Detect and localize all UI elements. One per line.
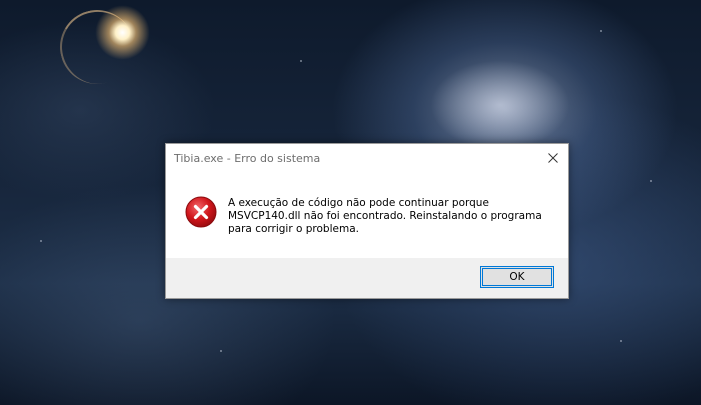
close-button[interactable] — [538, 144, 568, 172]
star — [220, 350, 222, 352]
star — [40, 240, 42, 242]
desktop-wallpaper: Tibia.exe - Erro do sistema A execução d… — [0, 0, 701, 405]
dialog-title: Tibia.exe - Erro do sistema — [174, 152, 321, 165]
error-message: A execução de código não pode continuar … — [228, 197, 548, 236]
message-line: MSVCP140.dll não foi encontrado. Reinsta… — [228, 210, 542, 222]
galaxy-core — [430, 60, 570, 150]
star — [600, 30, 602, 32]
close-icon — [548, 153, 558, 163]
dialog-titlebar[interactable]: Tibia.exe - Erro do sistema — [166, 144, 568, 173]
message-line: A execução de código não pode continuar … — [228, 197, 489, 209]
star — [620, 340, 622, 342]
error-icon — [185, 196, 217, 228]
star-glow — [95, 5, 150, 60]
star — [650, 180, 652, 182]
system-error-dialog: Tibia.exe - Erro do sistema A execução d… — [165, 143, 569, 299]
star — [300, 60, 302, 62]
message-line: para corrigir o problema. — [228, 223, 359, 235]
ok-button[interactable]: OK — [480, 266, 554, 288]
dialog-content: A execução de código não pode continuar … — [166, 173, 568, 260]
dialog-footer: OK — [166, 258, 568, 298]
